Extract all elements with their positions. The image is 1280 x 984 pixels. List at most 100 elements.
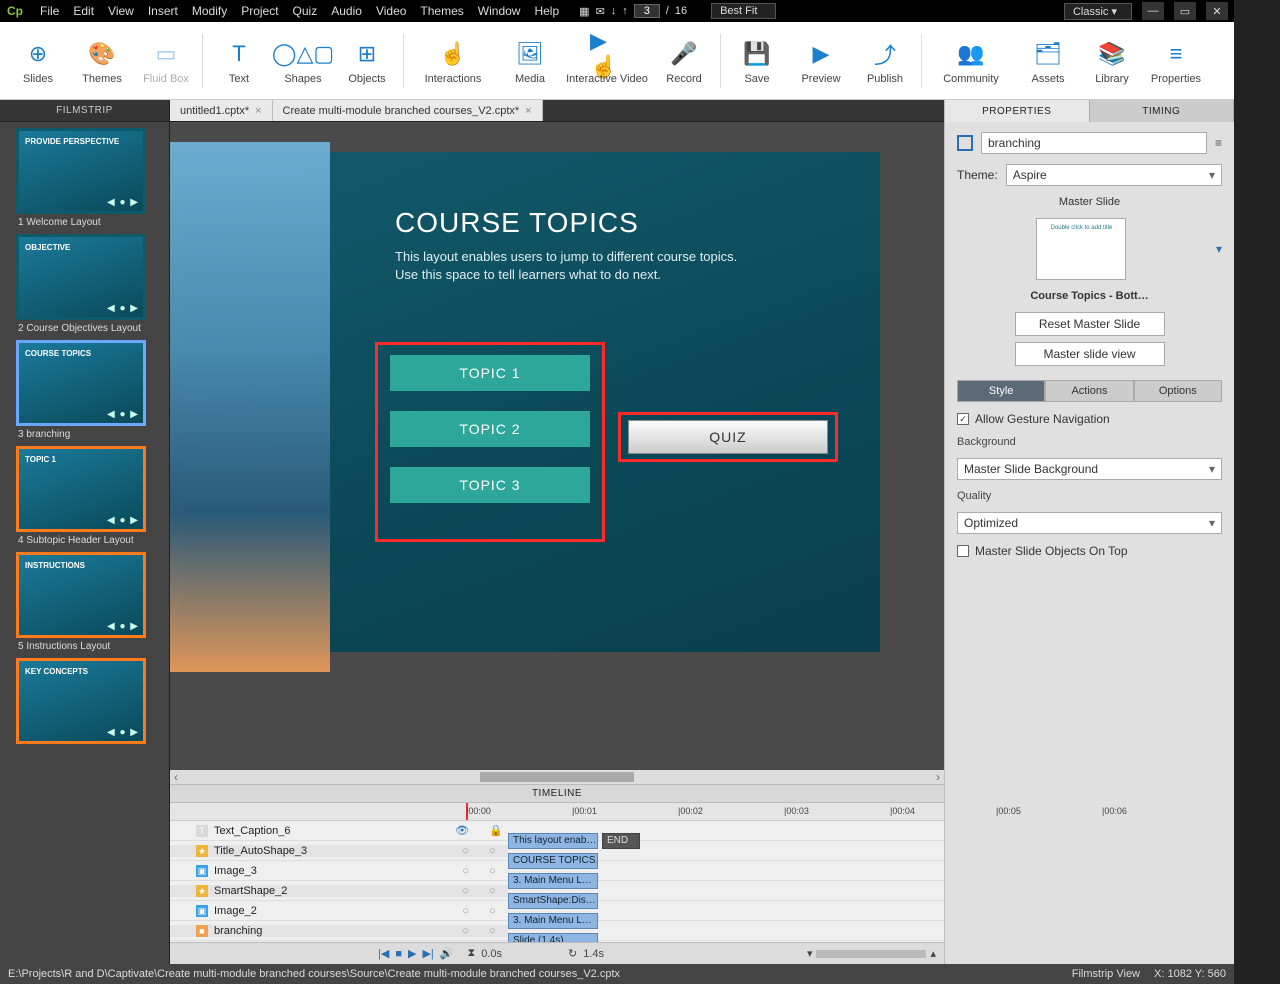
minimize-button[interactable]: — [1142, 2, 1164, 20]
topic-button-2[interactable]: TOPIC 2 [390, 411, 590, 447]
theme-dropdown[interactable]: Aspire [1006, 164, 1222, 186]
zoom-dropdown[interactable]: Best Fit [711, 3, 776, 19]
workspace-dropdown[interactable]: Classic ▾ [1064, 3, 1132, 20]
titlebar: Cp File Edit View Insert Modify Project Quiz Au… [0, 0, 1234, 22]
down-icon[interactable]: ↓ [611, 5, 617, 17]
menu-modify[interactable]: Modify [192, 4, 227, 18]
stop-button[interactable]: ■ [395, 948, 402, 960]
quality-dropdown[interactable]: Optimized [957, 512, 1222, 534]
audio-icon[interactable]: 🔊 [440, 947, 454, 960]
slide-canvas[interactable]: COURSE TOPICS This layout enables users … [180, 152, 880, 652]
menu-themes[interactable]: Themes [420, 4, 463, 18]
slides-icon: ⊕ [21, 37, 55, 71]
doc-tab-0[interactable]: untitled1.cptx*× [170, 100, 273, 121]
slide-description[interactable]: This layout enables users to jump to dif… [395, 248, 755, 283]
ribbon-media[interactable]: 🖼Media [498, 25, 562, 97]
up-icon[interactable]: ↑ [622, 5, 628, 17]
menu-video[interactable]: Video [376, 4, 406, 18]
canvas-horizontal-scrollbar[interactable]: ‹ › [170, 770, 944, 784]
ribbon-record[interactable]: 🎤Record [652, 25, 716, 97]
ribbon-library[interactable]: 📚Library [1080, 25, 1144, 97]
goto-end-button[interactable]: ▶| [422, 947, 433, 960]
topics-highlight-box: TOPIC 1 TOPIC 2 TOPIC 3 [375, 342, 605, 542]
filmstrip-thumb-6[interactable]: KEY CONCEPTS◀ ● ▶ [6, 658, 163, 747]
ribbon-properties[interactable]: ≡Properties [1144, 25, 1208, 97]
interactions-icon: ☝ [436, 37, 470, 71]
ribbon-text[interactable]: TText [207, 25, 271, 97]
master-slide-expand-icon[interactable]: ▾ [1216, 242, 1222, 256]
master-slide-view-button[interactable]: Master slide view [1015, 342, 1165, 366]
total-slides: 16 [675, 5, 687, 17]
maximize-button[interactable]: ▭ [1174, 2, 1196, 20]
menu-quiz[interactable]: Quiz [293, 4, 318, 18]
menu-insert[interactable]: Insert [148, 4, 178, 18]
goto-start-button[interactable]: |◀ [378, 947, 389, 960]
ribbon-interactive-video[interactable]: ▶☝Interactive Video [562, 25, 652, 97]
filmstrip-thumb-4[interactable]: TOPIC 1◀ ● ▶4 Subtopic Header Layout [6, 446, 163, 546]
slide-title[interactable]: COURSE TOPICS [395, 207, 639, 239]
ribbon-shapes[interactable]: ◯△▢Shapes [271, 25, 335, 97]
slide-name-input[interactable]: branching [981, 132, 1207, 154]
ribbon-assets[interactable]: 🗂Assets [1016, 25, 1080, 97]
filmstrip-thumb-3[interactable]: COURSE TOPICS◀ ● ▶3 branching [6, 340, 163, 440]
menu-project[interactable]: Project [241, 4, 278, 18]
zoom-in-icon[interactable]: ▴ [930, 947, 936, 960]
menubar: File Edit View Insert Modify Project Quiz Audio… [30, 4, 559, 18]
ribbon-fluid-box[interactable]: ▭Fluid Box [134, 25, 198, 97]
menu-audio[interactable]: Audio [331, 4, 362, 18]
playhead-marker-icon: ⧗ [467, 947, 475, 960]
topic-button-1[interactable]: TOPIC 1 [390, 355, 590, 391]
ribbon-objects[interactable]: ⊞Objects [335, 25, 399, 97]
tab-timing[interactable]: TIMING [1090, 100, 1235, 122]
filmstrip-thumb-1[interactable]: PROVIDE PERSPECTIVE◀ ● ▶1 Welcome Layout [6, 128, 163, 228]
subtab-options[interactable]: Options [1134, 380, 1222, 402]
ribbon-themes[interactable]: 🎨Themes [70, 25, 134, 97]
menu-edit[interactable]: Edit [73, 4, 94, 18]
reset-master-slide-button[interactable]: Reset Master Slide [1015, 312, 1165, 336]
ribbon-community[interactable]: 👥Community [926, 25, 1016, 97]
master-slide-ontop-checkbox[interactable]: Master Slide Objects On Top [957, 544, 1222, 558]
filmstrip-thumb-5[interactable]: INSTRUCTIONS◀ ● ▶5 Instructions Layout [6, 552, 163, 652]
menu-file[interactable]: File [40, 4, 59, 18]
subtab-style[interactable]: Style [957, 380, 1045, 402]
filmstrip-thumb-2[interactable]: OBJECTIVE◀ ● ▶2 Course Objectives Layout [6, 234, 163, 334]
tab-properties[interactable]: PROPERTIES [945, 100, 1090, 122]
subtab-actions[interactable]: Actions [1045, 380, 1133, 402]
timeline-zoom-slider[interactable] [816, 950, 926, 958]
doc-tab-1[interactable]: Create multi-module branched courses_V2.… [273, 100, 543, 121]
quiz-button[interactable]: QUIZ [628, 420, 828, 454]
ribbon-preview[interactable]: ▶Preview [789, 25, 853, 97]
close-button[interactable]: ✕ [1206, 2, 1228, 20]
menu-view[interactable]: View [108, 4, 134, 18]
master-slide-thumbnail[interactable]: Double click to add title [1036, 218, 1126, 280]
current-slide-input[interactable] [634, 4, 660, 18]
timeline-layer-text_caption_6[interactable]: TText_Caption_6👁🔒This layout enab…END [170, 821, 944, 841]
background-dropdown[interactable]: Master Slide Background [957, 458, 1222, 480]
interactive-video-icon: ▶☝ [590, 37, 624, 71]
themes-icon: 🎨 [85, 37, 119, 71]
publish-icon: ⤴ [868, 37, 902, 71]
play-button[interactable]: ▶ [408, 947, 416, 960]
grid-icon[interactable]: ▦ [579, 5, 589, 18]
preview-icon: ▶ [804, 37, 838, 71]
app-logo: Cp [0, 0, 30, 22]
allow-gesture-checkbox[interactable]: ✓Allow Gesture Navigation [957, 412, 1222, 426]
ribbon-publish[interactable]: ⤴Publish [853, 25, 917, 97]
side-photo [170, 142, 330, 672]
ribbon-save[interactable]: 💾Save [725, 25, 789, 97]
mail-icon[interactable]: ✉ [596, 5, 605, 18]
ribbon-interactions[interactable]: ☝Interactions [408, 25, 498, 97]
status-path: E:\Projects\R and D\Captivate\Create mul… [8, 968, 620, 980]
topic-button-3[interactable]: TOPIC 3 [390, 467, 590, 503]
panel-menu-icon[interactable]: ≡ [1215, 136, 1222, 150]
timeline-ruler[interactable]: |00:00|00:01|00:02|00:03|00:04|00:05|00:… [170, 803, 944, 821]
close-tab-icon[interactable]: × [255, 105, 261, 117]
ribbon-slides[interactable]: ⊕Slides [6, 25, 70, 97]
timeline-panel: TIMELINE |00:00|00:01|00:02|00:03|00:04|… [170, 784, 944, 964]
zoom-out-icon[interactable]: ▾ [807, 947, 813, 960]
statusbar: E:\Projects\R and D\Captivate\Create mul… [0, 964, 1234, 984]
quiz-highlight-box: QUIZ [618, 412, 838, 462]
menu-window[interactable]: Window [478, 4, 521, 18]
close-tab-icon[interactable]: × [525, 105, 531, 117]
menu-help[interactable]: Help [534, 4, 559, 18]
